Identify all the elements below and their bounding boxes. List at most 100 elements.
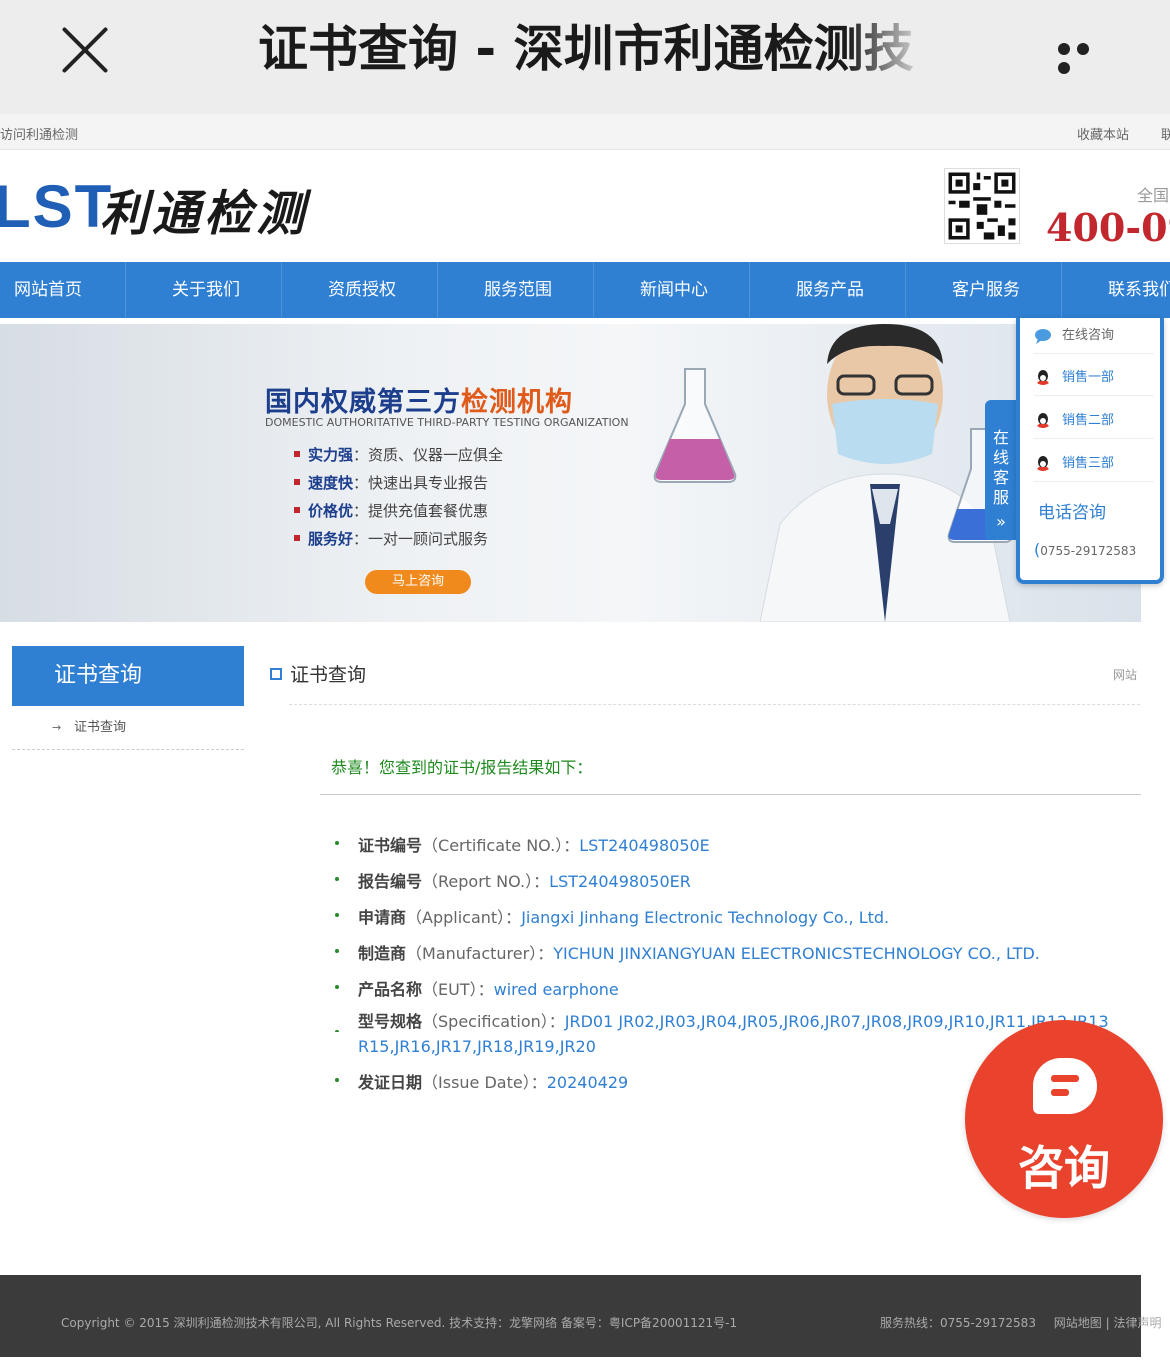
feature-value: ：资质、仪器一应俱全 [353,446,504,464]
site-footer: Copyright © 2015 深圳利通检测技术有限公司, All Right… [0,1275,1162,1357]
site-logo-latin[interactable]: LST [0,172,113,241]
field-key-en: （Issue Date）： [422,1073,547,1092]
field-key: 制造商 [358,944,407,963]
feature-key: 价格优 [308,502,354,520]
welcome-text: 访问利通检测 [0,128,79,143]
field-key-en: （Specification）： [422,1012,565,1031]
field-key: 型号规格 [358,1012,423,1031]
qr-code-icon [944,168,1020,244]
nav-service[interactable]: 客户服务 [906,262,1062,318]
qq-icon [1037,455,1049,471]
banner-consult-button[interactable]: 马上咨询 [365,570,471,594]
field-value: LST240498050E [579,836,710,855]
footer-sitemap-link[interactable]: 网站地图 [1054,1316,1102,1330]
content-title: 证书查询 [270,660,366,687]
field-key-en: （Report NO.）： [422,872,550,891]
field-key: 发证日期 [358,1073,423,1092]
sidebar-heading: 证书查询 [12,646,244,706]
field-key: 申请商 [358,908,407,927]
qq-icon [1037,369,1049,385]
banner-feature: 价格优：提供充值套餐优惠 [293,500,488,521]
sidebar-item-certificate-query[interactable]: 证书查询 [12,708,244,750]
field-issue-date: 发证日期（Issue Date）：20240429 [335,1069,628,1093]
field-key: 报告编号 [358,872,423,891]
site-top-strip: 访问利通检测 收藏本站 联 [0,114,1170,150]
consult-button[interactable]: 咨询 [965,1020,1163,1218]
service-sales-1[interactable]: 销售一部 [1034,360,1154,396]
banner-feature: 实力强：资质、仪器一应俱全 [293,444,504,465]
sidebar-item-label: 证书查询 [74,720,127,735]
close-icon[interactable] [58,22,112,76]
phone-consult-number[interactable]: (0755-29172583 [1034,540,1136,559]
online-service-tab[interactable]: 在线客服 » [985,400,1017,540]
footer-copyright: Copyright © 2015 深圳利通检测技术有限公司, All Right… [61,1316,738,1330]
favorite-link[interactable]: 收藏本站 [1077,124,1129,143]
contact-link[interactable]: 联 [1161,124,1170,143]
breadcrumb[interactable]: 网站 [1113,666,1137,683]
content-title-text: 证书查询 [290,664,367,686]
qq-icon [1037,412,1049,428]
nav-products[interactable]: 服务产品 [750,262,906,318]
field-manufacturer: 制造商（Manufacturer）：YICHUN JINXIANGYUAN EL… [335,940,1040,964]
flask-icon [653,368,737,483]
site-logo-chinese[interactable]: 利通检测 [100,174,308,244]
footer-right-links: 服务热线：0755-29172583 网站地图 | 法律声明 [880,1314,1162,1331]
banner-headline: 国内权威第三方检测机构 [265,380,573,419]
field-report-no: 报告编号（Report NO.）：LST240498050ER [335,868,691,892]
feature-value: ：一对一顾问式服务 [353,530,489,548]
banner-headline-b: 检测机构 [461,387,573,418]
online-service-panel: 在线咨询 销售一部 销售二部 销售三部 电话咨询 (0755-29172583 [1016,318,1164,584]
chat-bubble-icon [1033,1058,1097,1114]
more-dots-icon[interactable] [1058,40,1114,74]
chat-bubble-icon [1035,328,1051,344]
hotline-number: 400-09 [1046,205,1170,250]
service-online-label: 在线咨询 [1062,328,1115,343]
field-key-en: （Manufacturer）： [406,944,554,963]
field-key: 证书编号 [358,836,423,855]
service-sales-3[interactable]: 销售三部 [1034,446,1154,482]
field-value: YICHUN JINXIANGYUAN ELECTRONICSTECHNOLOG… [553,944,1040,963]
hero-banner: 国内权威第三方检测机构 DOMESTIC AUTHORITATIVE THIRD… [0,324,1141,622]
field-value: wired earphone [493,980,619,999]
nav-news[interactable]: 新闻中心 [594,262,750,318]
feature-key: 实力强 [308,446,354,464]
field-certificate-no: 证书编号（Certificate NO.）：LST240498050E [335,832,710,856]
wechat-titlebar: 证书查询 - 深圳市利通检测技 [0,0,1170,114]
service-tab-label: 在线客服 [993,428,1010,507]
divider [289,704,1140,705]
banner-headline-a: 国内权威第三方 [265,387,461,418]
field-key-en: （EUT）： [422,980,494,999]
service-sales-label: 销售一部 [1062,370,1115,385]
nav-about[interactable]: 关于我们 [126,262,282,318]
field-value: LST240498050ER [549,872,691,891]
field-value: Jiangxi Jinhang Electronic Technology Co… [521,908,890,927]
phone-number: 0755-29172583 [1040,544,1137,558]
nav-contact[interactable]: 联系我们 [1062,262,1170,318]
field-product-name: 产品名称（EUT）：wired earphone [335,976,619,1000]
field-specification: 型号规格（Specification）：JRD01 JR02,JR03,JR04… [335,1008,1141,1032]
phone-consult-label: 电话咨询 [1038,503,1106,523]
field-specification-continued: R15,JR16,JR17,JR18,JR19,JR20 [358,1037,596,1056]
feature-value: ：快速出具专业报告 [353,474,489,492]
nav-home[interactable]: 网站首页 [0,262,126,318]
hotline-label: 全国 [1137,186,1170,205]
service-online-chat[interactable]: 在线咨询 [1034,318,1154,354]
field-applicant: 申请商（Applicant）：Jiangxi Jinhang Electroni… [335,904,889,928]
footer-separator: | [1105,1316,1110,1330]
service-sales-2[interactable]: 销售二部 [1034,403,1154,439]
result-congrats-text: 恭喜！您查到的证书/报告结果如下： [331,758,593,777]
banner-subline: DOMESTIC AUTHORITATIVE THIRD-PARTY TESTI… [265,416,629,429]
consult-label: 咨询 [1018,1141,1110,1195]
field-key-en: （Applicant）： [406,908,522,927]
nav-qualification[interactable]: 资质授权 [282,262,438,318]
feature-key: 服务好 [308,530,354,548]
service-sales-label: 销售二部 [1062,413,1115,428]
field-key: 产品名称 [358,980,423,999]
banner-feature: 速度快：快速出具专业报告 [293,472,489,493]
nav-scope[interactable]: 服务范围 [438,262,594,318]
service-tab-arrow: » [996,512,1006,531]
service-sales-label: 销售三部 [1062,456,1115,471]
field-key-en: （Certificate NO.）： [422,836,580,855]
footer-legal-link[interactable]: 法律声明 [1114,1316,1162,1330]
divider [320,794,1141,795]
